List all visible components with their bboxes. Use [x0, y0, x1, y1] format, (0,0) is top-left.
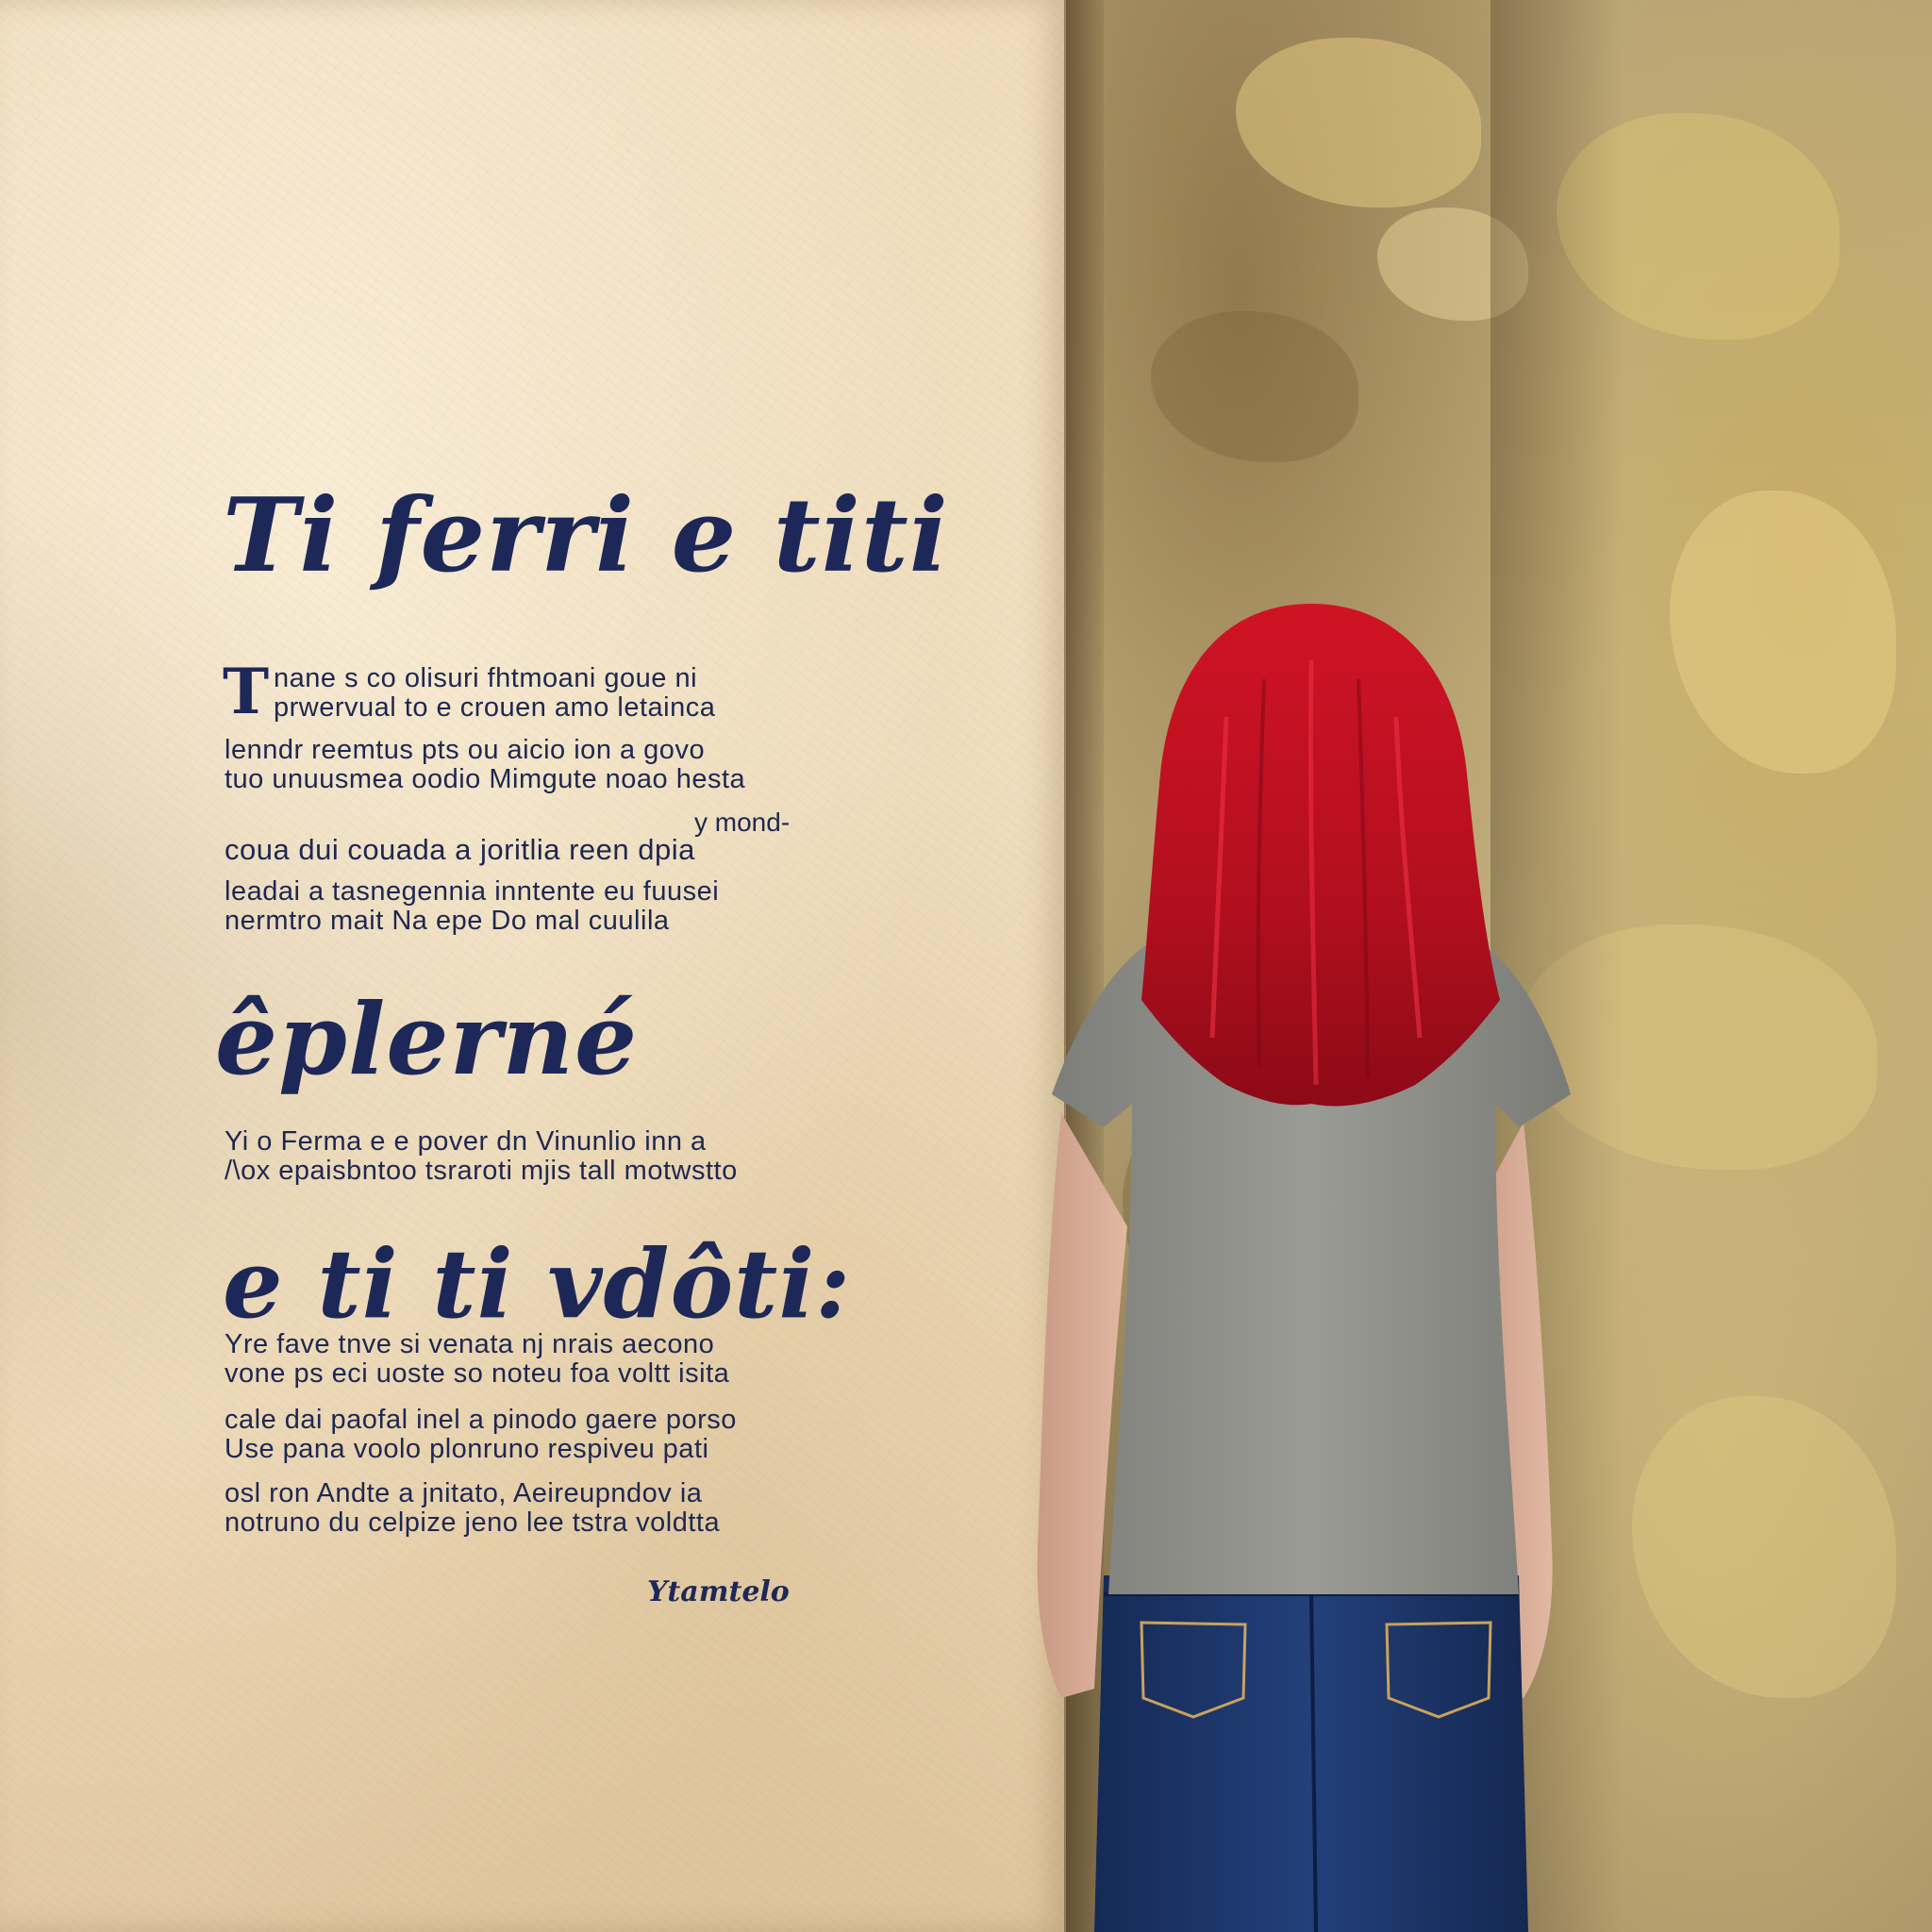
red-hair [1141, 604, 1500, 1107]
woman-back-view-illustration [1037, 604, 1571, 1932]
poster-canvas: Ti ferri e titi T nane s co olisuri fhtm… [0, 0, 1932, 1932]
